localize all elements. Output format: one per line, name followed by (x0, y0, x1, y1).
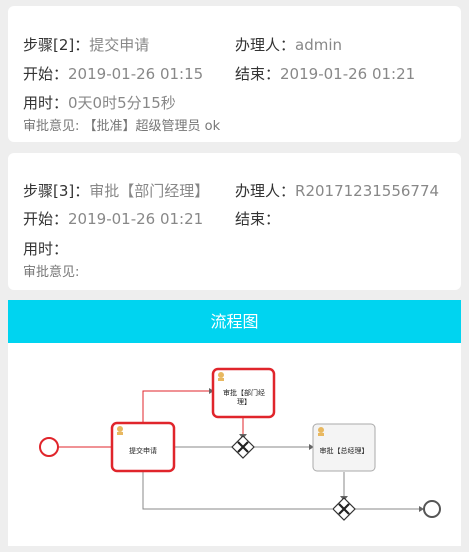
start-value: 2019-01-26 01:15 (68, 65, 204, 83)
end-row: 结束：2019-01-26 01:21 (235, 64, 415, 84)
step-value: 提交申请 (89, 36, 150, 54)
start-event-icon[interactable] (39, 437, 59, 457)
task-dept-label-2: 理】 (237, 398, 251, 406)
handler-row: 办理人：admin (235, 35, 342, 55)
opinion-value: 【批准】超级管理员 ok (83, 119, 221, 134)
task-gm-label: 审批【总经理】 (320, 446, 369, 455)
step-card-2: 步骤[2]：提交申请 办理人：admin 开始：2019-01-26 01:15… (8, 6, 461, 142)
task-general-manager[interactable]: 审批【总经理】 (312, 423, 376, 472)
step-label: 步骤[2]： (23, 36, 90, 54)
task-dept-label-1: 审批【部门经 (223, 388, 265, 397)
handler-value: R20171231556774 (295, 182, 440, 200)
opinion-label: 审批意见: (23, 119, 80, 134)
exclusive-gateway-icon[interactable] (332, 497, 356, 521)
user-icon (218, 372, 224, 378)
opinion-row: 审批意见: 【批准】超级管理员 ok (23, 117, 220, 137)
step-card-3: 步骤[3]：审批【部门经理】 办理人：R20171231556774 开始：20… (8, 153, 461, 290)
task-submit-label: 提交申请 (129, 446, 157, 455)
user-icon (117, 426, 123, 432)
flowchart-panel: 提交申请 审批【部门经 理】 审批【总经理】 (8, 343, 461, 546)
opinion-label: 审批意见: (23, 265, 80, 280)
flowchart-title: 流程图 (8, 300, 461, 343)
user-icon (318, 427, 324, 433)
step-name-row: 步骤[3]：审批【部门经理】 (23, 181, 209, 201)
handler-label: 办理人： (235, 182, 296, 200)
start-row: 开始：2019-01-26 01:21 (23, 209, 203, 229)
end-value: 2019-01-26 01:21 (280, 65, 416, 83)
step-label: 步骤[3]： (23, 182, 90, 200)
handler-row: 办理人：R20171231556774 (235, 181, 439, 201)
handler-label: 办理人： (235, 36, 296, 54)
start-value: 2019-01-26 01:21 (68, 210, 204, 228)
end-row: 结束： (235, 209, 280, 229)
start-label: 开始： (23, 65, 69, 83)
duration-label: 用时： (23, 240, 69, 258)
task-submit[interactable]: 提交申请 (110, 421, 176, 473)
flow-submit-to-gateway2 (142, 472, 332, 510)
end-label: 结束： (235, 210, 281, 228)
end-event-icon[interactable] (423, 500, 441, 518)
step-value: 审批【部门经理】 (89, 182, 210, 200)
flowchart-diagram: 提交申请 审批【部门经 理】 审批【总经理】 (39, 367, 441, 521)
step-name-row: 步骤[2]：提交申请 (23, 35, 149, 55)
exclusive-gateway-icon[interactable] (231, 435, 255, 459)
end-label: 结束： (235, 65, 281, 83)
duration-label: 用时： (23, 94, 69, 112)
flow-submit-to-dept (142, 390, 212, 426)
duration-value: 0天0时5分15秒 (68, 94, 176, 112)
start-label: 开始： (23, 210, 69, 228)
start-row: 开始：2019-01-26 01:15 (23, 64, 203, 84)
duration-row: 用时：0天0时5分15秒 (23, 93, 176, 113)
handler-value: admin (295, 36, 343, 54)
opinion-row: 审批意见: (23, 263, 79, 283)
duration-row: 用时： (23, 239, 68, 259)
task-dept-manager[interactable]: 审批【部门经 理】 (211, 367, 276, 419)
